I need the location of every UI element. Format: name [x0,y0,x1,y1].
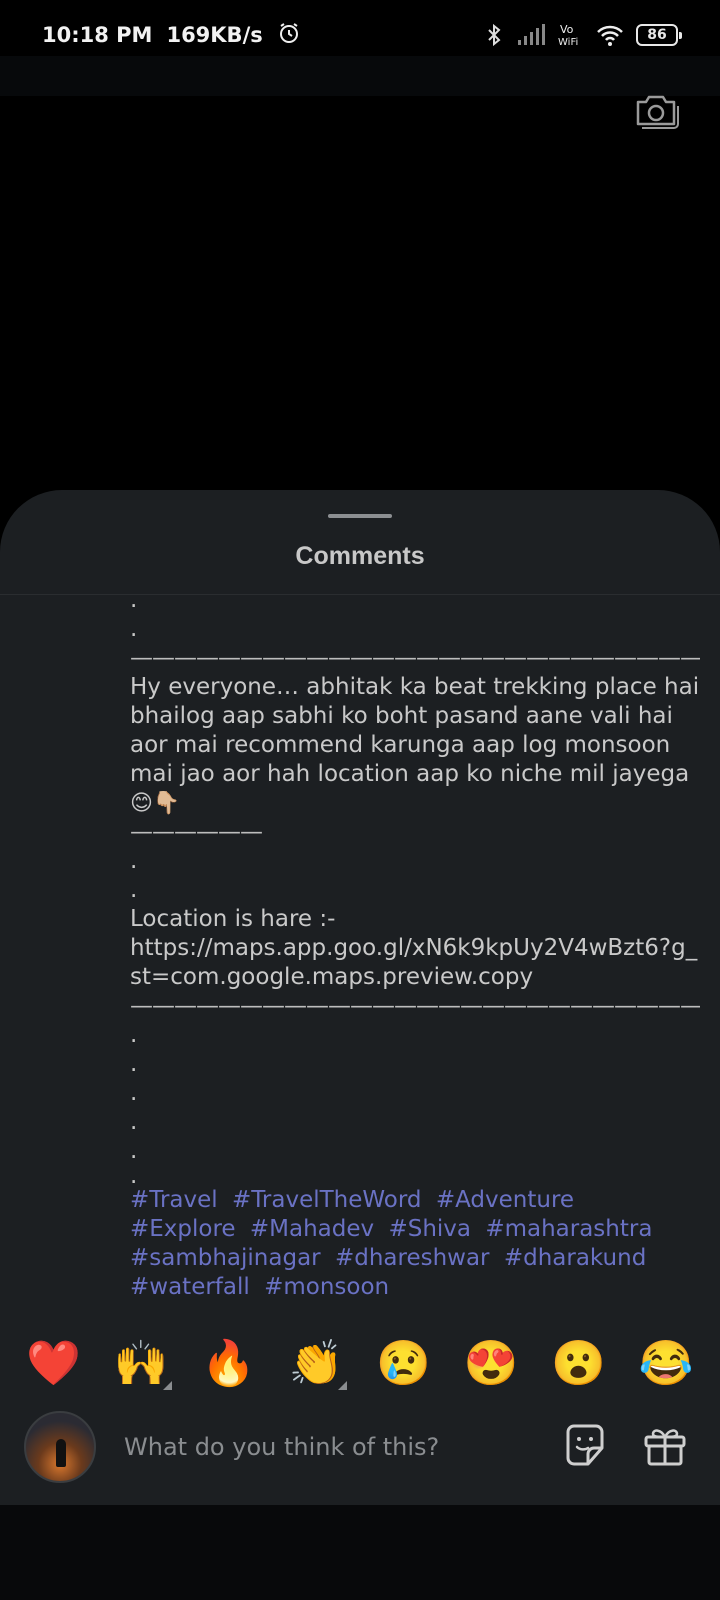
skin-tone-indicator [338,1381,348,1390]
dot-line: . [130,587,138,613]
vowifi-icon: Vo WiFi [558,23,584,47]
battery-level: 86 [647,27,667,43]
dot-line: . [130,1022,138,1048]
paragraph-emoji: 😊👇🏼 [130,791,181,816]
comment-paragraph: Hy everyone… abhitak ka beat trekking pl… [130,673,700,818]
dot-line: . [130,1138,138,1164]
reaction-clap-glyph: 👏 [288,1339,344,1388]
comment-input[interactable] [122,1424,526,1470]
dot-line: . [130,1051,138,1077]
dot-line: . [130,616,138,642]
dot-line: . [130,1163,138,1189]
comment-text: . . —————————————————————————— Hy everyo… [130,586,700,1404]
status-net-speed: 169KB/s [166,23,263,47]
top-toolbar-strip [0,56,720,96]
comment-input-row [0,1406,720,1502]
rule-line: —————————————————————————— [130,645,700,671]
hashtag-link[interactable]: #waterfall [130,1274,250,1300]
hashtag-link[interactable]: #TravelTheWord [232,1187,422,1213]
location-label: Location is hare :- [130,906,336,932]
hashtag-link[interactable]: #Explore [130,1216,236,1242]
hashtag-link[interactable]: #sambhajinagar [130,1245,321,1271]
sticker-icon[interactable] [560,1420,610,1470]
gift-icon[interactable] [640,1420,690,1470]
rule-line-short: —————— [130,819,263,845]
reaction-raised-hands[interactable]: 🙌 [106,1339,176,1390]
bluetooth-icon [484,23,504,47]
hashtag-link[interactable]: #monsoon [264,1274,389,1300]
hashtag-link[interactable]: #Mahadev [250,1216,374,1242]
skin-tone-indicator [163,1381,173,1390]
status-time: 10:18 PM [42,23,153,47]
dot-line: . [130,1080,138,1106]
reaction-crying[interactable]: 😢 [369,1342,439,1386]
reaction-heart[interactable]: ❤️ [19,1342,89,1386]
sheet-title: Comments [295,542,425,570]
signal-icon [516,24,546,46]
hashtag-list: #Travel #TravelTheWord #Adventure #Explo… [130,1186,700,1302]
svg-text:WiFi: WiFi [558,37,578,47]
dot-line: . [130,848,138,874]
camera-switch-icon[interactable] [632,88,680,136]
hashtag-link[interactable]: #Adventure [436,1187,574,1213]
paragraph-text: Hy everyone… abhitak ka beat trekking pl… [130,674,700,787]
reaction-surprised[interactable]: 😮 [544,1342,614,1386]
hashtag-link[interactable]: #dhareshwar [335,1245,490,1271]
location-link[interactable]: https://maps.app.goo.gl/xN6k9kpUy2V4wBzt… [130,934,700,992]
svg-text:Vo: Vo [560,23,574,36]
hashtag-link[interactable]: #dharakund [504,1245,646,1271]
hashtag-link[interactable]: #maharashtra [485,1216,652,1242]
reaction-clap[interactable]: 👏 [281,1339,351,1390]
wifi-icon [596,24,624,46]
rule-line: —————————————————————————— [130,993,700,1019]
battery-indicator: 86 [636,24,682,46]
avatar [24,1411,96,1483]
alarm-icon [277,21,301,50]
sheet-drag-handle[interactable] [328,514,392,518]
hashtag-link[interactable]: #Shiva [388,1216,471,1242]
quick-reaction-bar: ❤️ 🙌 🔥 👏 😢 😍 😮 😂 [0,1314,720,1414]
hashtag-link[interactable]: #Travel [130,1187,218,1213]
reaction-fire[interactable]: 🔥 [194,1342,264,1386]
reaction-heart-eyes[interactable]: 😍 [456,1342,526,1386]
reaction-laughing[interactable]: 😂 [631,1342,701,1386]
dot-line: . [130,1109,138,1135]
system-navigation-area [0,1505,720,1600]
reaction-raised-hands-glyph: 🙌 [113,1339,169,1388]
dot-line: . [130,877,138,903]
